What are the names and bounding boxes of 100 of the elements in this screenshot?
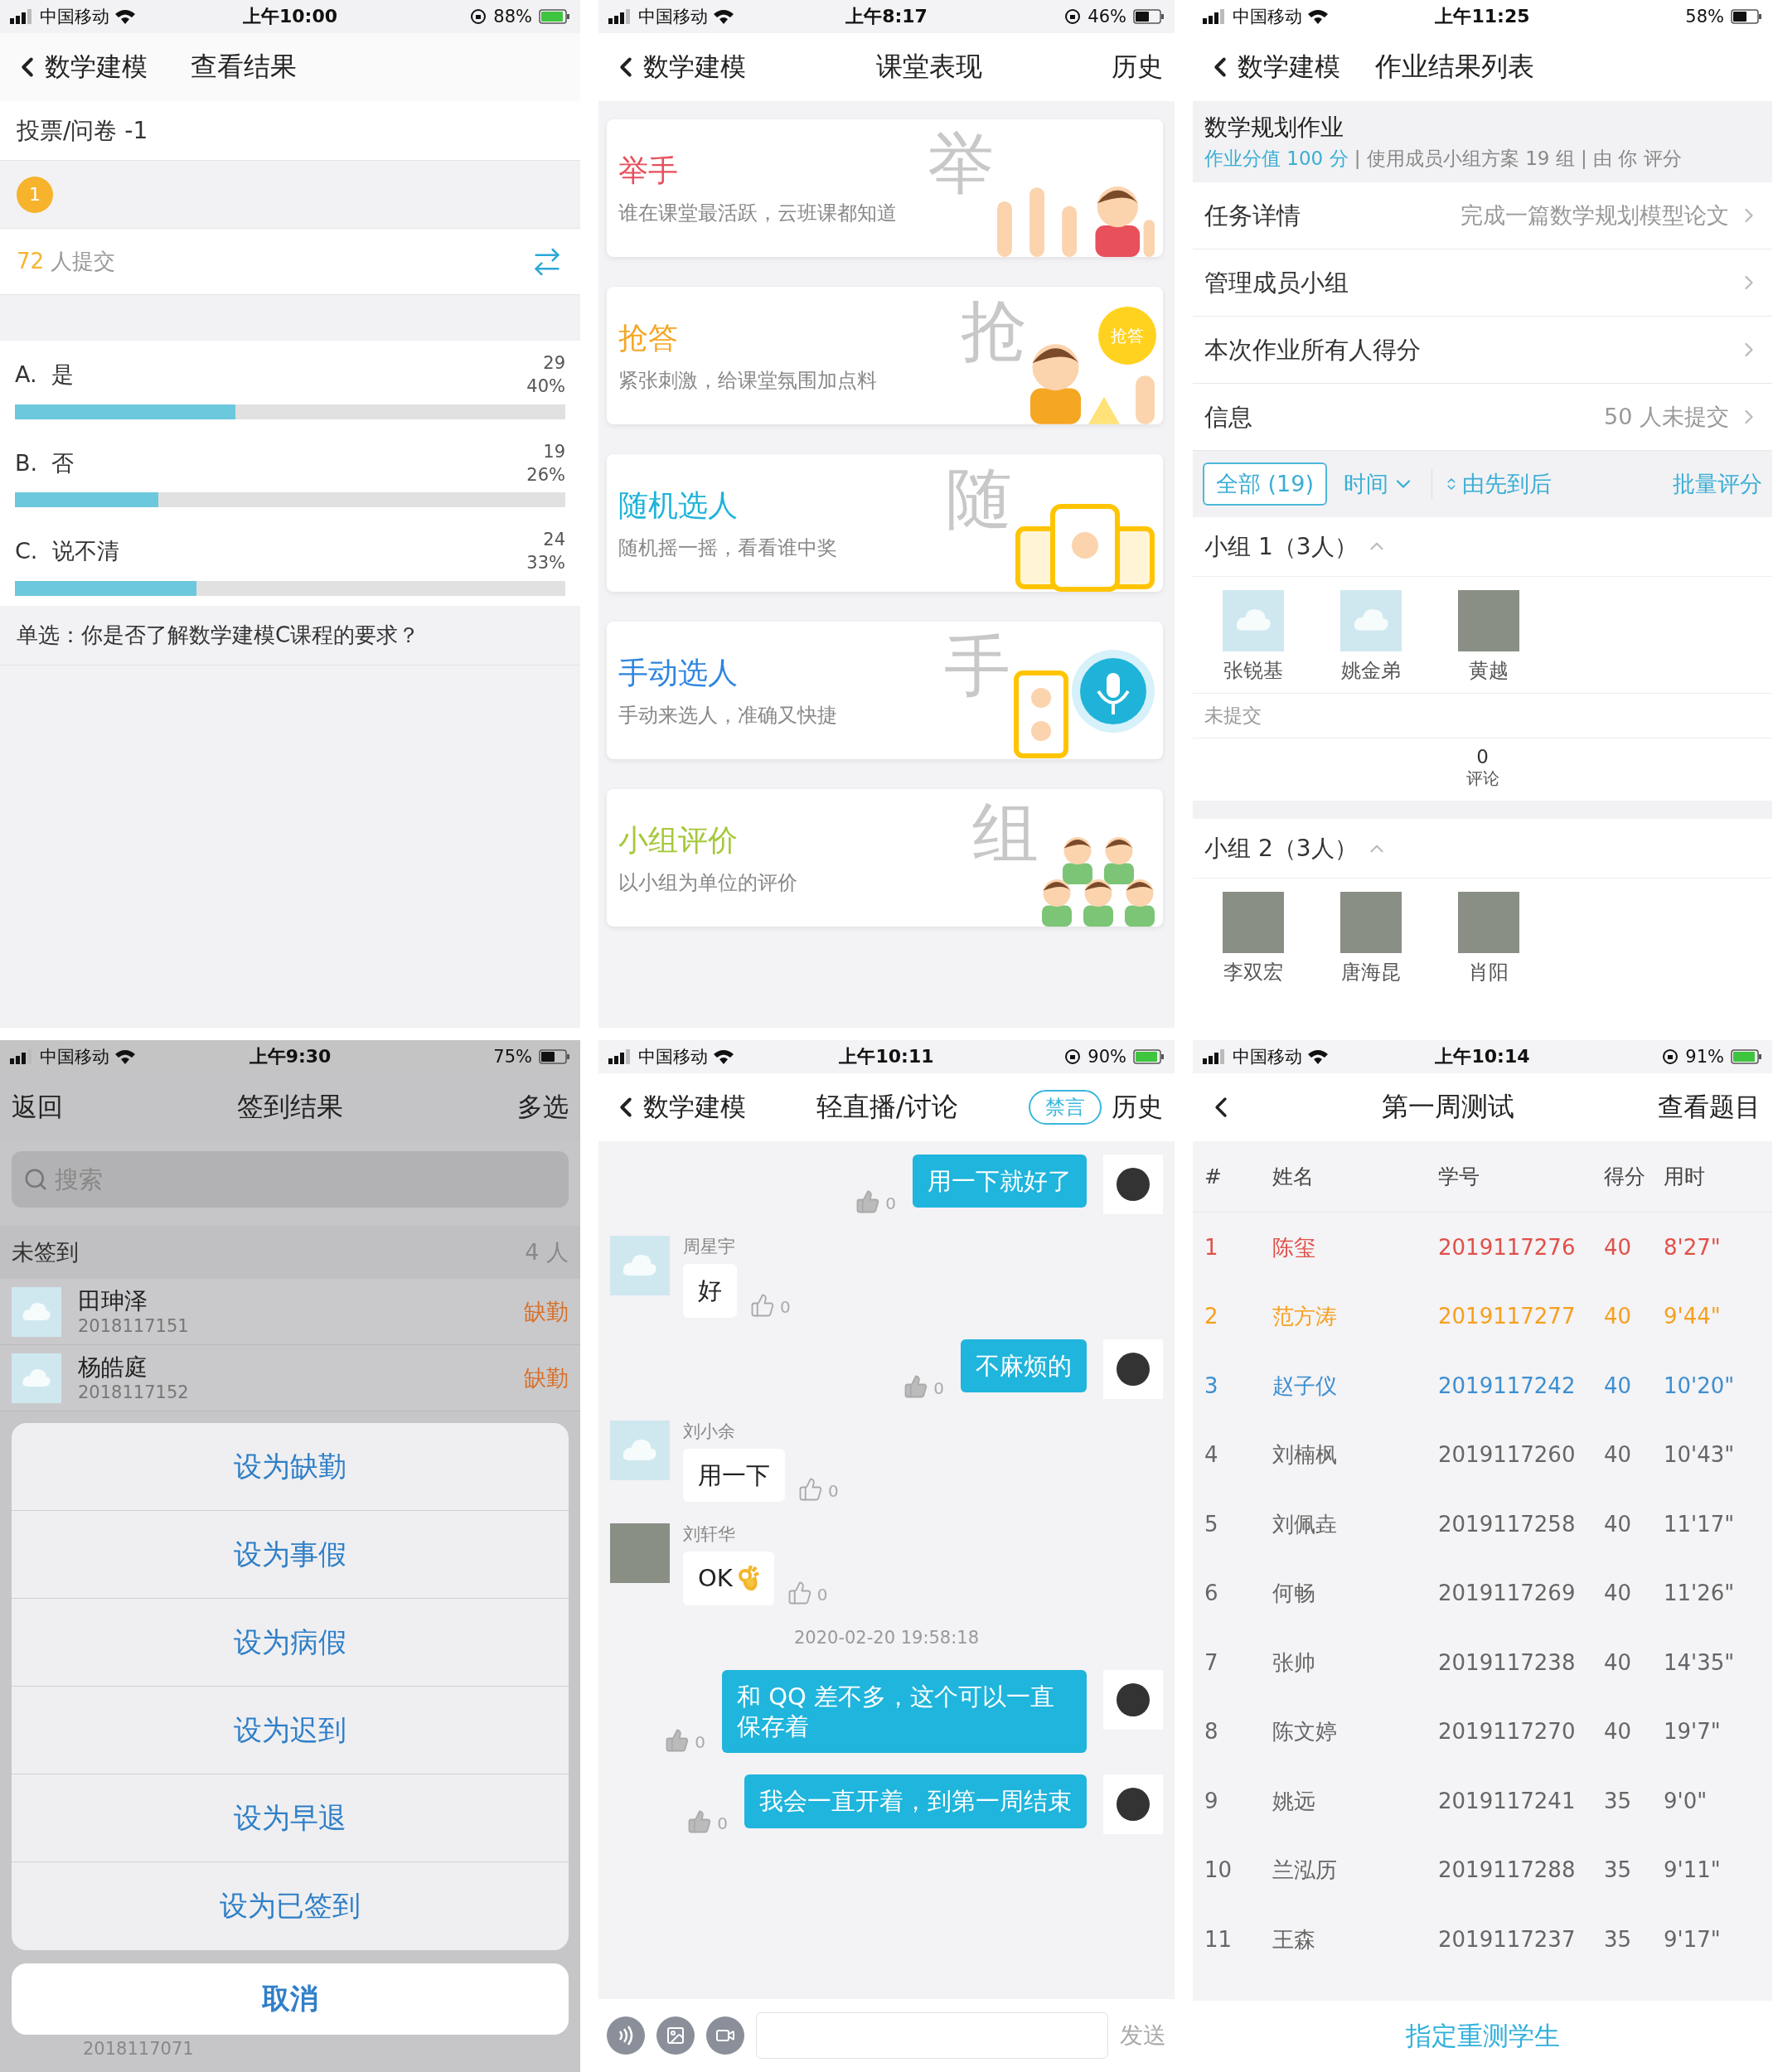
- like-count: 0: [885, 1193, 896, 1214]
- back-button[interactable]: 返回: [12, 1090, 63, 1125]
- comment-label: 评论: [1465, 768, 1499, 790]
- video-icon[interactable]: [706, 2016, 744, 2055]
- table-cell-text: 姚远: [1272, 1787, 1316, 1814]
- table-cell-text: 2019117241: [1438, 1787, 1577, 1814]
- message-bubble: 用一下: [683, 1448, 785, 1502]
- table-cell-text: 9: [1204, 1787, 1219, 1814]
- table-cell-text: 35: [1604, 1787, 1633, 1814]
- action-option[interactable]: 设为已签到: [12, 1862, 569, 1950]
- view-questions-button[interactable]: 查看题目: [1658, 1090, 1761, 1125]
- status-time: 上午10:11: [839, 1045, 934, 1068]
- history-button[interactable]: 历史: [1112, 1090, 1163, 1125]
- like-icon[interactable]: [855, 1189, 881, 1214]
- table-cell-text: 2019117258: [1438, 1510, 1577, 1537]
- table-cell-text: 兰泓历: [1272, 1857, 1338, 1884]
- back-button[interactable]: 数学建模: [12, 50, 148, 85]
- table-cell-text: 9'44": [1664, 1303, 1722, 1330]
- quiz-badge: 抢答: [1098, 307, 1156, 365]
- student-id: 2018117071: [83, 2038, 195, 2060]
- image-icon[interactable]: [656, 2016, 695, 2055]
- step-marker: 1: [17, 176, 53, 213]
- like-count: 0: [828, 1481, 839, 1502]
- message-input[interactable]: [756, 2012, 1108, 2059]
- action-option[interactable]: 设为迟到: [12, 1687, 569, 1774]
- time-sort-button[interactable]: 时间: [1344, 468, 1415, 499]
- table-cell-text: 2019117277: [1438, 1303, 1577, 1330]
- action-option[interactable]: 设为缺勤: [12, 1423, 569, 1511]
- like-icon[interactable]: [798, 1477, 823, 1502]
- like-icon[interactable]: [787, 1580, 812, 1605]
- card-subtitle: 以小组为单位的评价: [618, 869, 798, 895]
- table-cell-text: 范方涛: [1272, 1303, 1338, 1330]
- like-count: 0: [816, 1584, 828, 1605]
- student-id: 2018117152: [78, 1381, 190, 1404]
- action-option[interactable]: 设为早退: [12, 1774, 569, 1862]
- option-label: C. 说不清: [15, 537, 120, 566]
- history-button[interactable]: 历史: [1112, 50, 1163, 85]
- mute-button[interactable]: 禁言: [1029, 1090, 1102, 1125]
- card-subtitle: 随机摇一摇，看看谁中奖: [618, 535, 838, 560]
- like-icon[interactable]: [750, 1292, 775, 1318]
- table-cell-text: 40: [1604, 1510, 1633, 1537]
- back-button[interactable]: 数学建模: [610, 50, 746, 85]
- battery-percent: 90%: [1088, 1045, 1126, 1068]
- back-button[interactable]: 数学建模: [1204, 50, 1340, 85]
- table-cell-text: 35: [1604, 1857, 1633, 1884]
- status-time: 上午8:17: [845, 5, 928, 28]
- like-icon[interactable]: [665, 1728, 690, 1754]
- table-cell-text: 2019117276: [1438, 1233, 1577, 1261]
- status-time: 上午9:30: [249, 1045, 332, 1068]
- avatar-placeholder: [1103, 1155, 1163, 1214]
- message-timestamp: 2020-02-20 19:58:18: [793, 1626, 979, 1648]
- table-cell-text: 9'11": [1664, 1857, 1722, 1884]
- multi-select-button[interactable]: 多选: [517, 1090, 569, 1125]
- table-cell-text: 2019117269: [1438, 1580, 1577, 1607]
- table-cell-text: 2019117238: [1438, 1648, 1577, 1676]
- row-value: 50 人未提交: [1604, 402, 1729, 431]
- question-text: 单选：你是否了解数学建模C课程的要求？: [17, 621, 420, 649]
- table-cell-text: 11: [1204, 1925, 1233, 1953]
- sender-name: 周星宇: [683, 1236, 736, 1258]
- table-cell-text: 陈文婷: [1272, 1718, 1338, 1745]
- action-option[interactable]: 设为病假: [12, 1599, 569, 1687]
- vote-count: 19: [543, 440, 565, 462]
- all-filter-button[interactable]: 全部 (19): [1203, 462, 1327, 506]
- back-button[interactable]: 数学建模: [610, 1090, 746, 1125]
- student-name: 杨皓庭: [78, 1352, 148, 1382]
- order-sort-button[interactable]: 由先到后: [1431, 468, 1552, 499]
- like-icon[interactable]: [903, 1373, 929, 1399]
- vote-percent: 33%: [526, 552, 565, 574]
- table-cell-text: 35: [1604, 1925, 1633, 1953]
- attendance-status: 缺勤: [524, 1363, 569, 1392]
- page-title: 轻直播/讨论: [816, 1090, 959, 1124]
- retest-button[interactable]: 指定重测学生: [1193, 2001, 1772, 2072]
- member-name: 肖阳: [1469, 960, 1509, 985]
- table-cell-text: 19'7": [1664, 1718, 1722, 1745]
- table-cell-text: 10'43": [1664, 1441, 1736, 1469]
- battery-percent: 75%: [493, 1045, 532, 1068]
- option-label: A. 是: [15, 361, 75, 390]
- voice-icon[interactable]: [607, 2016, 645, 2055]
- like-icon[interactable]: [687, 1809, 713, 1835]
- table-cell-text: 14'35": [1664, 1648, 1736, 1676]
- member-name: 唐海昆: [1341, 960, 1401, 985]
- cancel-button[interactable]: 取消: [12, 1963, 569, 2035]
- table-cell-text: 刘佩垚: [1272, 1510, 1338, 1537]
- batch-grade-button[interactable]: 批量评分: [1673, 468, 1762, 499]
- action-option[interactable]: 设为事假: [12, 1511, 569, 1599]
- wifi-icon: [1307, 1048, 1329, 1065]
- student-id: 2018117151: [78, 1314, 190, 1338]
- table-cell-text: 张帅: [1272, 1648, 1316, 1676]
- table-cell-text: 3: [1204, 1372, 1219, 1399]
- message-bubble: 用一下就好了: [913, 1155, 1087, 1208]
- carrier-name: 中国移动: [638, 1045, 708, 1068]
- table-cell-text: 2019117237: [1438, 1925, 1577, 1953]
- column-header: 姓名: [1272, 1163, 1315, 1190]
- send-button[interactable]: 发送: [1120, 2020, 1166, 2051]
- table-cell-text: 5: [1204, 1510, 1219, 1537]
- table-cell-text: 40: [1604, 1648, 1633, 1676]
- table-cell-text: 王森: [1272, 1925, 1316, 1953]
- table-cell-text: 陈玺: [1272, 1233, 1316, 1261]
- page-title: 作业结果列表: [1375, 50, 1534, 84]
- battery-percent: 46%: [1088, 5, 1126, 28]
